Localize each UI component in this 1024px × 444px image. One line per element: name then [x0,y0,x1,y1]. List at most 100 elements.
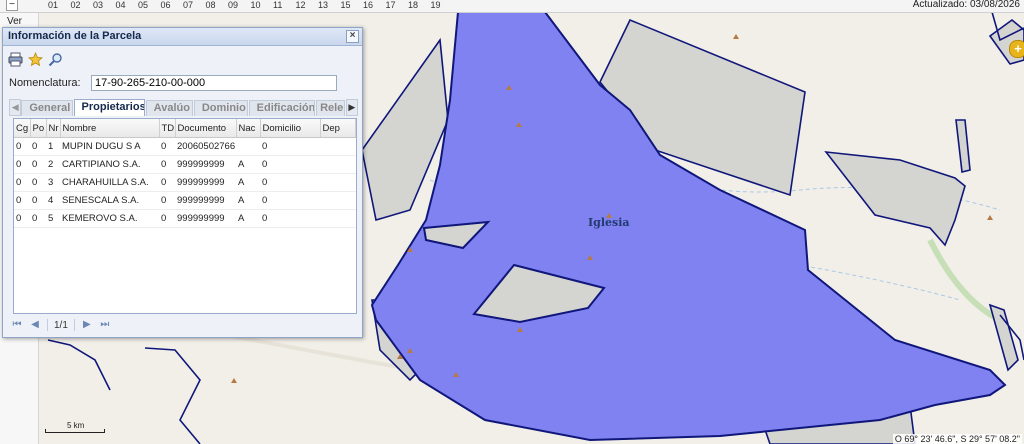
day-item[interactable]: 19 [431,0,454,10]
column-header[interactable]: Nombre [60,119,160,138]
day-item[interactable]: 05 [138,0,161,10]
column-header[interactable]: Po [30,119,47,138]
table-cell: 0 [260,155,320,174]
table-cell: 20060502766 [175,137,236,156]
favorite-star-icon[interactable] [28,51,43,67]
tab-avaluo[interactable]: Avalúo [145,100,193,116]
table-cell: 0 [159,173,175,192]
table-row[interactable]: 0 0 1 MUPIN DUGU S A 0 20060502766 0 [14,137,356,156]
table-cell: A [236,173,260,192]
table-cell: 999999999 [175,155,236,174]
day-item[interactable]: 09 [228,0,251,10]
column-header[interactable]: TD [159,119,176,138]
day-item[interactable]: 11 [273,0,296,10]
tab-general[interactable]: General [21,100,73,116]
table-row[interactable]: 0 0 4 SENESCALA S.A. 0 999999999 A 0 [14,191,356,210]
table-cell: 0 [159,209,175,228]
place-label: Iglesia [588,216,630,229]
day-item[interactable]: 18 [408,0,431,10]
prev-page-icon[interactable]: ◀ [29,319,41,331]
table-cell: 0 [260,137,320,156]
collapse-button[interactable]: − [6,0,18,11]
day-item[interactable]: 10 [251,0,274,10]
day-item[interactable]: 12 [296,0,319,10]
next-page-icon[interactable]: ▶ [81,319,93,331]
table-row[interactable]: 0 0 2 CARTIPIANO S.A. 0 999999999 A 0 [14,155,356,174]
cursor-coordinates: O 69° 23' 46.6", S 29° 57' 08.2" [892,434,1022,444]
table-cell: 5 [46,209,60,228]
table-cell: A [236,191,260,210]
table-cell: 1 [46,137,60,156]
table-cell: 999999999 [175,191,236,210]
nomenclatura-field[interactable] [91,75,337,91]
last-page-icon[interactable]: ⏭ [99,319,111,331]
table-cell: 4 [46,191,60,210]
last-updated-label: Actualizado: 03/08/2026 [912,0,1020,10]
table-cell [320,191,356,210]
table-row[interactable]: 0 0 5 KEMEROVO S.A. 0 999999999 A 0 [14,209,356,228]
table-cell: SENESCALA S.A. [60,191,159,210]
tab-scroll-right-icon[interactable]: ▶ [345,99,358,116]
view-menu[interactable]: Ver [7,16,22,27]
table-cell: 0 [159,155,175,174]
day-item[interactable]: 15 [341,0,364,10]
column-header[interactable]: Cg [14,119,31,138]
table-cell: 0 [159,191,175,210]
day-selector: 01 02 03 04 05 06 07 08 09 10 11 12 13 15 16 17 18 19 [48,0,453,10]
owners-grid[interactable]: Cg Po Nr Nombre TD Documento Nac Domicil… [13,118,357,314]
column-header[interactable]: Nr [46,119,61,138]
scale-bar: 5 km [45,421,105,433]
table-cell: MUPIN DUGU S A [60,137,159,156]
table-cell [320,209,356,228]
day-item[interactable]: 01 [48,0,71,10]
table-cell: KEMEROVO S.A. [60,209,159,228]
day-item[interactable]: 17 [386,0,409,10]
table-cell: 2 [46,155,60,174]
parcel-info-window[interactable]: Información de la Parcela × Nomenclatura… [2,27,363,338]
page-indicator: 1/1 [54,319,68,331]
table-cell: 0 [14,191,30,210]
panel-toolbar [3,46,362,69]
table-cell: 3 [46,173,60,192]
tab-propietarios[interactable]: Propietarios [73,99,145,116]
tab-scroll-left-icon[interactable]: ◀ [9,99,22,116]
column-header[interactable]: Domicilio [260,119,321,138]
table-cell: CHARAHUILLA S.A. [60,173,159,192]
table-cell: 0 [260,191,320,210]
nomenclatura-label: Nomenclatura: [9,77,81,89]
table-cell: 999999999 [175,173,236,192]
column-header[interactable]: Nac [236,119,261,138]
column-header[interactable]: Documento [175,119,237,138]
table-cell: 0 [260,209,320,228]
day-item[interactable]: 08 [206,0,229,10]
table-cell: A [236,209,260,228]
window-title: Información de la Parcela [8,30,142,42]
table-cell [320,155,356,174]
zoom-in-button[interactable]: + [1009,40,1024,58]
table-cell: CARTIPIANO S.A. [60,155,159,174]
first-page-icon[interactable]: ⏮ [11,319,23,331]
table-cell: 999999999 [175,209,236,228]
table-row[interactable]: 0 0 3 CHARAHUILLA S.A. 0 999999999 A 0 [14,173,356,192]
table-cell [236,137,260,156]
day-item[interactable]: 04 [116,0,139,10]
day-item[interactable]: 16 [363,0,386,10]
close-button[interactable]: × [346,30,359,43]
tab-dominio[interactable]: Dominio [193,100,248,116]
tab-relevamiento[interactable]: Rele [316,100,345,116]
day-item[interactable]: 07 [183,0,206,10]
day-item[interactable]: 02 [71,0,94,10]
column-header[interactable]: Dep [320,119,356,138]
scale-line [45,429,105,433]
table-cell: 0 [30,137,46,156]
day-item[interactable]: 03 [93,0,116,10]
table-cell: 0 [159,137,175,156]
day-item[interactable]: 06 [161,0,184,10]
window-title-bar[interactable]: Información de la Parcela × [3,28,362,46]
zoom-to-parcel-icon[interactable] [48,52,63,67]
table-cell: A [236,155,260,174]
day-item[interactable]: 13 [318,0,341,10]
print-icon[interactable] [8,52,23,67]
table-cell: 0 [30,155,46,174]
tab-edificacion[interactable]: Edificación [248,100,316,116]
